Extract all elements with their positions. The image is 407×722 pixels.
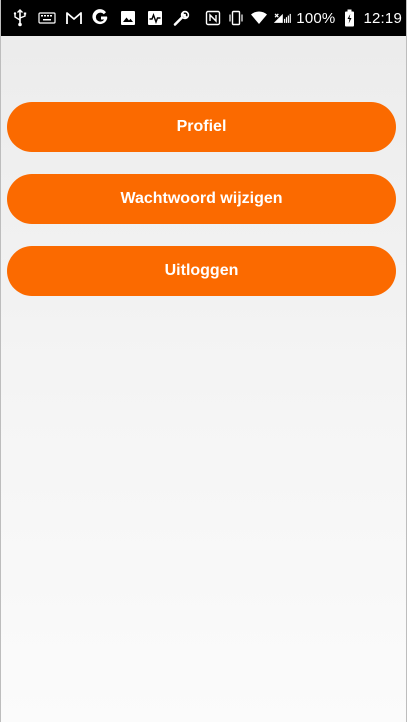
nfc-icon (204, 9, 222, 27)
account-menu: Profiel Wachtwoord wijzigen Uitloggen (1, 36, 406, 722)
vibrate-icon (227, 9, 245, 27)
phone-screen: 100% 12:19 Profiel Wachtwoord wijzigen U… (0, 0, 407, 722)
logout-button[interactable]: Uitloggen (7, 246, 396, 296)
wrench-icon (173, 9, 191, 27)
battery-percent: 100% (296, 9, 336, 27)
signal-icon (273, 9, 292, 27)
activity-icon (146, 9, 164, 27)
profile-button[interactable]: Profiel (7, 102, 396, 152)
wifi-icon (250, 9, 268, 27)
usb-icon (11, 9, 29, 27)
keyboard-icon (38, 9, 56, 27)
change-password-button[interactable]: Wachtwoord wijzigen (7, 174, 396, 224)
system-status: 100% 12:19 (204, 9, 402, 27)
status-bar: 100% 12:19 (1, 0, 406, 36)
battery-icon (340, 9, 358, 27)
gmail-icon (65, 9, 83, 27)
google-icon (92, 9, 110, 27)
clock: 12:19 (363, 9, 402, 27)
photo-icon (119, 9, 137, 27)
notification-icons (11, 9, 191, 27)
